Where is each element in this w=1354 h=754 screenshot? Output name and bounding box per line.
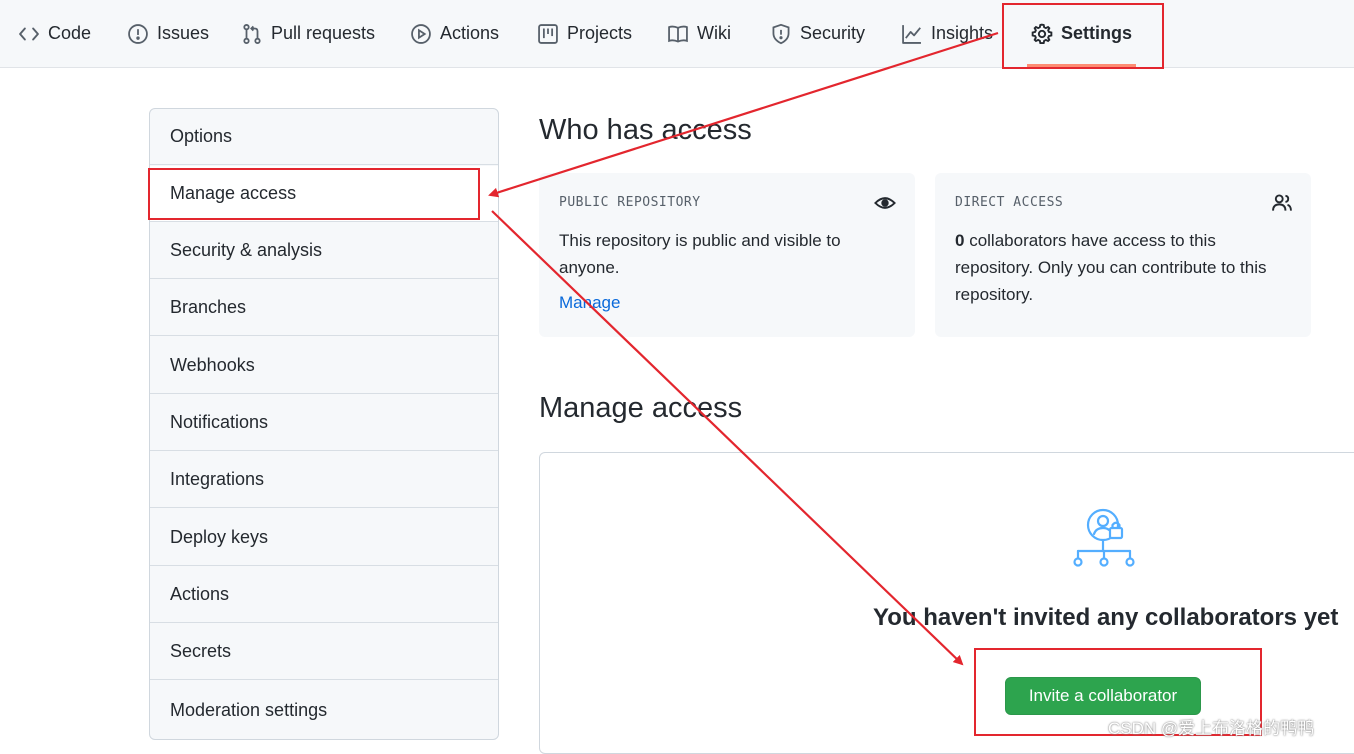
- tab-insights[interactable]: Insights: [901, 0, 993, 67]
- sidebar-item-notifications[interactable]: Notifications: [150, 395, 498, 451]
- manage-access-heading: Manage access: [539, 392, 743, 424]
- sidebar-item-label: Manage access: [170, 183, 297, 203]
- project-icon: [537, 23, 559, 45]
- sidebar-item-label: Deploy keys: [170, 527, 269, 547]
- shield-icon: [770, 23, 792, 45]
- sidebar-item-label: Branches: [170, 297, 247, 317]
- graph-icon: [901, 23, 923, 45]
- tab-wiki[interactable]: Wiki: [667, 0, 731, 67]
- sidebar-item-actions[interactable]: Actions: [150, 567, 498, 623]
- issue-icon: [127, 23, 149, 45]
- tab-pull-requests[interactable]: Pull requests: [241, 0, 375, 67]
- eye-icon: [874, 192, 896, 214]
- person-lock-network-icon: [1070, 507, 1138, 569]
- people-icon: [1271, 192, 1293, 214]
- invite-collaborator-button[interactable]: Invite a collaborator: [1005, 677, 1201, 715]
- repo-nav: Code Issues Pull requests Actions Projec…: [0, 0, 1354, 68]
- sidebar-item-secrets[interactable]: Secrets: [150, 624, 498, 680]
- sidebar-item-label: Notifications: [170, 412, 269, 432]
- tab-label: Issues: [157, 23, 210, 43]
- sidebar-item-label: Webhooks: [170, 355, 255, 375]
- sidebar-item-options[interactable]: Options: [150, 109, 498, 165]
- sidebar-item-label: Options: [170, 126, 233, 146]
- public-repository-card: PUBLIC REPOSITORY This repository is pub…: [539, 173, 915, 337]
- settings-sidebar: Options Manage access Security & analysi…: [149, 108, 499, 740]
- sidebar-item-integrations[interactable]: Integrations: [150, 452, 498, 508]
- sidebar-item-moderation-settings[interactable]: Moderation settings: [150, 682, 498, 738]
- tab-issues[interactable]: Issues: [127, 0, 209, 67]
- sidebar-item-deploy-keys[interactable]: Deploy keys: [150, 510, 498, 566]
- code-icon: [18, 23, 40, 45]
- public-visibility-text: This repository is public and visible to…: [559, 231, 841, 277]
- tab-label: Wiki: [697, 23, 731, 43]
- direct-access-text: 0 collaborators have access to this repo…: [955, 231, 1267, 304]
- tab-security[interactable]: Security: [770, 0, 865, 67]
- tab-label: Security: [800, 23, 866, 43]
- empty-state-title: You haven't invited any collaborators ye…: [873, 604, 1339, 631]
- gear-icon: [1031, 23, 1053, 45]
- sidebar-item-branches[interactable]: Branches: [150, 280, 498, 336]
- tab-label: Actions: [440, 23, 500, 43]
- book-icon: [667, 23, 689, 45]
- direct-access-card: DIRECT ACCESS 0 collaborators have acces…: [935, 173, 1311, 337]
- sidebar-item-webhooks[interactable]: Webhooks: [150, 338, 498, 394]
- tab-label: Pull requests: [271, 23, 376, 43]
- tab-settings[interactable]: Settings: [1026, 0, 1137, 67]
- sidebar-item-security-analysis[interactable]: Security & analysis: [150, 223, 498, 279]
- pull-request-icon: [241, 23, 263, 45]
- sidebar-item-label: Integrations: [170, 469, 265, 489]
- watermark: CSDN @爱上布洛格的鸭鸭: [1108, 719, 1315, 738]
- sidebar-item-label: Security & analysis: [170, 240, 323, 260]
- who-has-access-heading: Who has access: [539, 114, 752, 146]
- card-label: DIRECT ACCESS: [955, 195, 1064, 210]
- tab-label: Settings: [1061, 23, 1133, 43]
- sidebar-item-label: Moderation settings: [170, 699, 328, 720]
- tab-label: Insights: [931, 23, 994, 43]
- tab-label: Projects: [567, 23, 633, 43]
- tab-code[interactable]: Code: [18, 0, 91, 67]
- play-icon: [410, 23, 432, 45]
- collaborators-empty-state: [539, 452, 1354, 754]
- tab-label: Code: [48, 23, 92, 43]
- tab-projects[interactable]: Projects: [537, 0, 632, 67]
- tab-actions[interactable]: Actions: [410, 0, 499, 67]
- sidebar-item-manage-access[interactable]: Manage access: [150, 166, 498, 222]
- sidebar-item-label: Actions: [170, 584, 230, 604]
- manage-link[interactable]: Manage: [559, 293, 620, 313]
- card-label: PUBLIC REPOSITORY: [559, 195, 701, 210]
- sidebar-item-label: Secrets: [170, 641, 232, 661]
